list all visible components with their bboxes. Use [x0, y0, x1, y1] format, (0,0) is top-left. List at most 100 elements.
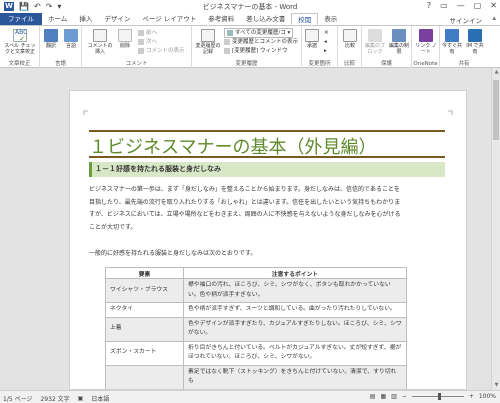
tab-file[interactable]: ファイル	[0, 13, 42, 25]
read-mode-icon[interactable]: ▤	[370, 393, 376, 400]
sign-in-link[interactable]: サインイン	[450, 15, 483, 25]
previous-comment-button[interactable]: 前へ	[138, 29, 157, 37]
spelling-icon: ABC ✓	[13, 29, 28, 43]
document-area: １ビジネスマナーの基本（外見編） １－１好感を持たれる服装と身だしなみ ビジネス…	[0, 68, 500, 390]
table-row: 上着 色やデザインが派手すぎたり、カジュアルすぎたりしない。ほころび、シミ、シワ…	[105, 316, 407, 342]
im-share-button[interactable]: IM で共有	[464, 29, 486, 55]
group-label-share: 共有	[458, 61, 470, 67]
group-changes: 承諾 ✕ ◂ ▸ 変更箇所	[302, 26, 338, 68]
tab-review[interactable]: 校閲	[291, 13, 319, 25]
web-layout-icon[interactable]: ▥	[391, 393, 397, 400]
show-markup-button[interactable]: 変更履歴とコメントの表示	[224, 38, 298, 46]
tab-design[interactable]: デザイン	[98, 13, 136, 25]
table-cell-item: ネクタイ	[105, 302, 184, 318]
table-row: ネクタイ 色や柄が派手すぎず、スーツと調和している。曲がったり汚れたりしていない…	[105, 302, 407, 318]
reviewing-pane-button[interactable]: [変更履歴] ウィンドウ	[224, 47, 288, 55]
translate-button[interactable]: 翻訳	[42, 29, 60, 49]
spelling-button[interactable]: ABC ✓ スペル チェックと文章校正	[2, 29, 38, 55]
group-label-proofing: 文章校正	[8, 61, 31, 67]
group-tracking: 変更履歴の記録 すべての変更履歴/コ ▾ 変更履歴とコメントの表示 [変更履歴]…	[192, 26, 302, 68]
show-comments-icon	[138, 47, 144, 54]
tab-page-layout[interactable]: ページ レイアウト	[136, 13, 202, 25]
ribbon-review: ABC ✓ スペル チェックと文章校正 文章校正 翻訳 言語 言語 コメントの挿入…	[0, 25, 500, 68]
comment-icon	[93, 29, 107, 42]
accept-button[interactable]: 承諾	[304, 29, 320, 49]
compare-button[interactable]: 比較	[340, 29, 360, 49]
delete-comment-button[interactable]: 削除	[116, 29, 134, 49]
page-indicator[interactable]: 1/5 ページ	[3, 394, 32, 403]
zoom-out-icon[interactable]: −	[402, 393, 407, 400]
close-button[interactable]: ✕	[490, 1, 497, 10]
reject-icon[interactable]: ✕	[324, 29, 329, 37]
table-row: ワイシャツ・ブラウス 襟や袖口の汚れ、ほころび、シミ、シワがなく、ボタンも取れか…	[105, 278, 407, 303]
zoom-in-icon[interactable]: +	[469, 393, 474, 400]
ribbon-tabs: ファイル ホーム 挿入 デザイン ページ レイアウト 参考資料 差し込み文書 校…	[0, 13, 500, 25]
linked-notes-button[interactable]: リンク ノート	[415, 29, 437, 55]
block-authors-icon	[368, 29, 382, 42]
next-comment-button[interactable]: 次へ	[138, 38, 157, 46]
table-header-cell: 注意するポイント	[183, 267, 407, 279]
status-bar: 1/5 ページ 2932 文字 ▣ 日本語 ▤ ▦ ▥ − + 100%	[0, 390, 500, 403]
zoom-level[interactable]: 100%	[479, 393, 496, 400]
status-left: 1/5 ページ 2932 文字 ▣ 日本語	[3, 394, 109, 403]
group-protect: 編集のブロック 編集の制限 保護	[362, 26, 412, 68]
table-cell-point: 色やデザインが派手すぎたり、カジュアルすぎたりしない。ほころび、シミ、シワがない…	[183, 316, 407, 342]
manners-table: 要素 注意するポイント ワイシャツ・ブラウス 襟や袖口の汚れ、ほころび、シミ、シ…	[105, 267, 407, 389]
group-label-language: 言語	[54, 61, 66, 67]
vertical-scrollbar[interactable]: ▲ ▼	[491, 68, 500, 390]
accept-icon	[305, 29, 319, 42]
tab-mailings[interactable]: 差し込み文書	[240, 13, 291, 25]
new-comment-button[interactable]: コメントの挿入	[86, 29, 114, 55]
next-icon	[138, 38, 144, 45]
scroll-down-icon[interactable]: ▼	[492, 381, 500, 390]
table-cell-point: 折り目がきちんと付いている。ベルトがカジュアルすぎない。丈が短すぎず、裾がほつれ…	[183, 340, 407, 366]
minimize-button[interactable]: —	[457, 1, 465, 10]
document-page[interactable]: １ビジネスマナーの基本（外見編） １－１好感を持たれる服装と身だしなみ ビジネス…	[69, 90, 467, 390]
delete-comment-icon	[118, 29, 132, 42]
markup-select[interactable]: すべての変更履歴/コ ▾	[224, 28, 294, 38]
block-authors-button[interactable]: 編集のブロック	[364, 29, 386, 55]
translate-icon	[44, 29, 58, 42]
share-now-icon	[445, 29, 459, 42]
show-comments-button[interactable]: コメントの表示	[138, 47, 185, 55]
markup-icon	[227, 29, 233, 36]
heading-2: １－１好感を持たれる服装と身だしなみ	[89, 162, 445, 177]
tab-home[interactable]: ホーム	[42, 13, 73, 25]
table-cell-item: 上着	[105, 316, 184, 342]
show-markup-icon	[224, 38, 230, 45]
previous-change-icon[interactable]: ◂	[324, 38, 327, 46]
word-count[interactable]: 2932 文字	[40, 394, 69, 403]
table-cell-point: 色や柄が派手すぎず、スーツと調和している。曲がったり汚れたりしていない。	[183, 302, 407, 318]
restrict-editing-icon	[392, 29, 406, 42]
group-label-compare: 比較	[343, 61, 355, 67]
group-comments: コメントの挿入 削除 前へ 次へ コメントの表示 コメント	[82, 26, 192, 68]
restrict-editing-button[interactable]: 編集の制限	[388, 29, 410, 55]
ribbon-collapse-icon[interactable]: ▴	[492, 14, 496, 22]
language-indicator[interactable]: 日本語	[91, 394, 109, 403]
share-now-button[interactable]: 今すぐ共有	[442, 29, 462, 55]
table-row: 素足ではなく靴下（ストッキング）をきちんと付けていない。清潔で、すり切れも	[105, 364, 407, 389]
margin-corner-mark	[448, 110, 453, 115]
help-icon[interactable]: ?	[427, 1, 431, 10]
track-changes-button[interactable]: 変更履歴の記録	[195, 29, 221, 55]
group-label-onenote: OneNote	[413, 61, 438, 67]
group-compare: 比較 比較	[338, 26, 362, 68]
zoom-slider-knob[interactable]	[437, 393, 441, 400]
language-button[interactable]: 言語	[62, 29, 80, 49]
tab-insert[interactable]: 挿入	[73, 13, 98, 25]
maximize-button[interactable]: ▢	[474, 1, 482, 10]
table-header-row: 要素 注意するポイント	[105, 267, 407, 279]
body-paragraph-2: 一般的に好感を持たれる服装と身だしなみは次のとおりです。	[89, 250, 257, 257]
next-change-icon[interactable]: ▸	[324, 47, 327, 55]
group-label-tracking: 変更履歴	[235, 61, 258, 67]
zoom-slider[interactable]	[411, 393, 464, 400]
tab-view[interactable]: 表示	[318, 13, 343, 25]
ribbon-options-icon[interactable]: ▭	[440, 1, 448, 10]
margin-corner-mark	[83, 110, 88, 115]
proofing-status-icon[interactable]: ▣	[78, 395, 84, 402]
table-header-cell: 要素	[105, 267, 184, 279]
scrollbar-thumb[interactable]	[493, 80, 499, 140]
tab-references[interactable]: 参考資料	[202, 13, 240, 25]
scroll-up-icon[interactable]: ▲	[492, 68, 500, 77]
print-layout-icon[interactable]: ▦	[380, 393, 386, 400]
